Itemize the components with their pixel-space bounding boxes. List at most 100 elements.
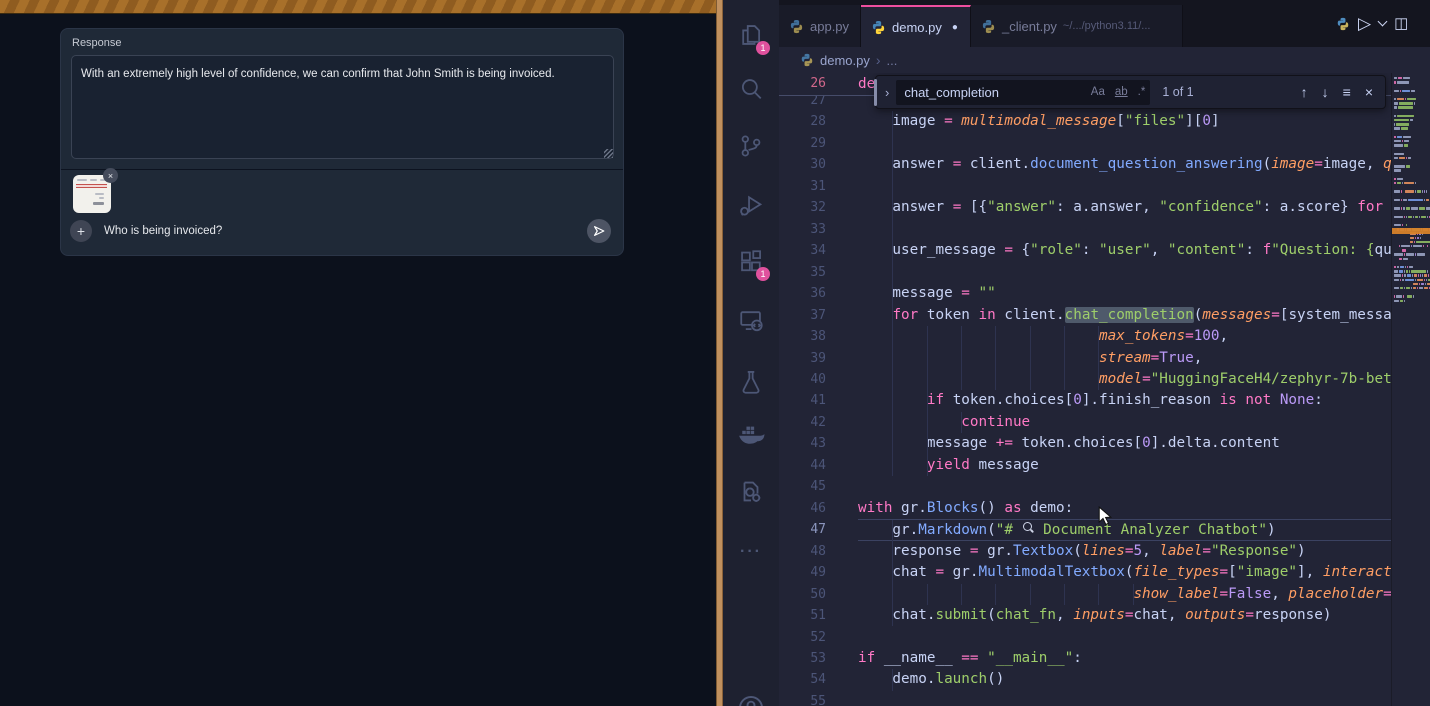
- code-line: message += token.choices[0].delta.conten…: [858, 433, 1391, 454]
- split-editor-icon[interactable]: ◫: [1394, 16, 1408, 31]
- minimap-line: [1394, 119, 1430, 121]
- minimap[interactable]: [1391, 73, 1430, 706]
- tab-app-py[interactable]: app.py: [779, 5, 861, 47]
- minimap-line: [1394, 136, 1430, 138]
- code-line: gr.Markdown("# Document Analyzer Chatbot…: [858, 519, 1391, 540]
- minimap-line: [1394, 127, 1430, 129]
- line-number: 36: [779, 283, 826, 304]
- minimap-line: [1394, 169, 1430, 171]
- indent-guide: [892, 669, 893, 690]
- extensions-icon[interactable]: 1: [723, 241, 779, 281]
- whole-word-toggle[interactable]: ab: [1110, 86, 1133, 98]
- more-actions-icon[interactable]: ···: [723, 532, 779, 572]
- explorer-icon[interactable]: 1: [723, 15, 779, 55]
- minimap-line: [1394, 249, 1430, 251]
- account-icon[interactable]: [723, 688, 779, 706]
- minimap-line: [1394, 102, 1430, 104]
- extensions-badge: 1: [756, 267, 770, 281]
- find-in-selection-icon[interactable]: ≡: [1343, 84, 1351, 100]
- code-line: if token.choices[0].finish_reason is not…: [858, 390, 1391, 411]
- dirty-dot-icon[interactable]: ●: [952, 22, 958, 33]
- line-number: 38: [779, 326, 826, 347]
- chat-message-text[interactable]: Who is being invoiced?: [104, 225, 222, 237]
- tab-label: _client.py: [1002, 19, 1057, 34]
- testing-icon[interactable]: [723, 362, 779, 402]
- response-textarea[interactable]: With an extremely high level of confiden…: [71, 55, 614, 159]
- remove-attachment-button[interactable]: ×: [103, 168, 118, 183]
- minimap-line: [1394, 295, 1430, 297]
- python-icon: [871, 20, 886, 35]
- run-dropdown-icon[interactable]: [1378, 17, 1388, 27]
- minimap-line: [1394, 224, 1430, 226]
- indent-guide: [961, 369, 962, 390]
- remote-explorer-icon[interactable]: [723, 300, 779, 340]
- search-icon[interactable]: [723, 69, 779, 109]
- window-edge-divider[interactable]: [716, 0, 723, 706]
- indent-guide: [927, 390, 928, 411]
- tab-label: demo.py: [892, 20, 942, 35]
- minimap-line: [1394, 291, 1430, 293]
- minimap-line: [1394, 81, 1430, 83]
- minimap-line: [1394, 241, 1430, 243]
- python-icon: [981, 19, 996, 34]
- line-number: 42: [779, 412, 826, 433]
- line-number: 51: [779, 605, 826, 626]
- find-close-icon[interactable]: ×: [1365, 84, 1373, 100]
- run-debug-icon[interactable]: [723, 185, 779, 225]
- find-next-icon[interactable]: ↓: [1322, 84, 1329, 100]
- thumbnail-art: [93, 202, 104, 205]
- minimap-line: [1394, 312, 1430, 314]
- vscode-window: 1 1 ···: [723, 0, 1430, 706]
- line-number: 52: [779, 627, 826, 648]
- minimap-line: [1394, 106, 1430, 108]
- find-results-count: 1 of 1: [1162, 85, 1193, 99]
- breadcrumb-more[interactable]: ...: [887, 53, 898, 68]
- code-line: [858, 476, 1391, 497]
- code-lines: image = multimodal_message["files"][0] a…: [858, 73, 1391, 706]
- find-input[interactable]: [896, 85, 1085, 100]
- indent-guide: [995, 326, 996, 347]
- line-number: 49: [779, 562, 826, 583]
- line-number: 35: [779, 262, 826, 283]
- line-number: 47: [779, 519, 826, 540]
- indent-guide: [995, 348, 996, 369]
- minimap-line: [1394, 148, 1430, 150]
- indent-guide: [892, 326, 893, 347]
- attachment-thumbnail[interactable]: ×: [73, 175, 111, 213]
- indent-guide: [892, 197, 893, 218]
- code-line: show_label=False, placeholder="Upload an…: [858, 584, 1391, 605]
- add-attachment-button[interactable]: +: [70, 220, 92, 242]
- indent-guide: [892, 154, 893, 175]
- thumbnail-art: [95, 193, 104, 195]
- find-previous-icon[interactable]: ↑: [1301, 84, 1308, 100]
- editor-actions: ▷ ◫: [1340, 0, 1430, 47]
- find-expand-icon[interactable]: ›: [876, 85, 896, 100]
- indent-guide: [892, 584, 893, 605]
- tab-client-py[interactable]: _client.py ~/.../python3.11/...: [971, 5, 1183, 47]
- breadcrumb-separator: ›: [876, 52, 881, 68]
- regex-toggle[interactable]: .*: [1133, 86, 1151, 98]
- cmake-tools-icon[interactable]: [723, 472, 779, 512]
- tab-label: app.py: [810, 19, 849, 34]
- code-line: demo.launch(): [858, 669, 1391, 690]
- send-button[interactable]: [587, 219, 611, 243]
- find-actions: ↑ ↓ ≡ ×: [1301, 84, 1385, 100]
- source-control-icon[interactable]: [723, 126, 779, 166]
- tab-demo-py[interactable]: demo.py ●: [861, 5, 971, 47]
- tab-bar: app.py demo.py ● _client.py ~/.../python…: [779, 0, 1430, 47]
- indent-guide: [1030, 348, 1031, 369]
- docker-icon[interactable]: [723, 415, 779, 455]
- indent-guide: [995, 369, 996, 390]
- thumbnail-art: [90, 179, 97, 181]
- minimap-line: [1394, 174, 1430, 176]
- response-label: Response: [72, 37, 122, 49]
- code-line: chat.submit(chat_fn, inputs=chat, output…: [858, 605, 1391, 626]
- indent-guide: [1064, 326, 1065, 347]
- code-editor[interactable]: 2728293031323334353637383940414243444546…: [779, 73, 1430, 706]
- run-button[interactable]: ▷: [1358, 15, 1371, 32]
- line-number: 28: [779, 111, 826, 132]
- code-line: [858, 133, 1391, 154]
- breadcrumb-file[interactable]: demo.py: [820, 53, 870, 68]
- find-widget-sash[interactable]: [874, 79, 877, 106]
- match-case-toggle[interactable]: Aa: [1086, 86, 1110, 98]
